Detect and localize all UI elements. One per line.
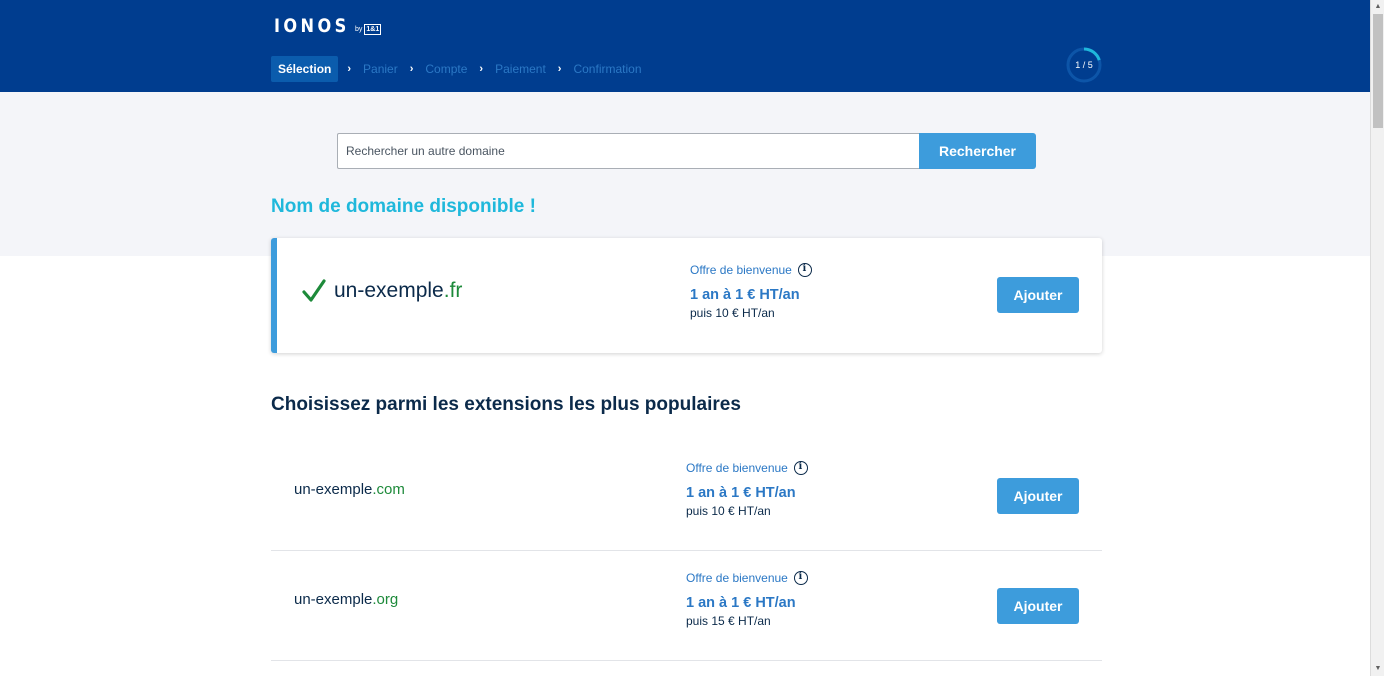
domain-tld: .fr: [443, 279, 463, 302]
price-after: puis 10 € HT/an: [690, 306, 775, 320]
offer-label-row: Offre de bienvenue: [686, 571, 808, 585]
offer-label: Offre de bienvenue: [690, 263, 792, 277]
add-button[interactable]: Ajouter: [997, 588, 1079, 624]
search-button[interactable]: Rechercher: [919, 133, 1036, 169]
domain-name: un-exemple: [294, 481, 373, 498]
checkout-steps: Sélection › Panier › Compte › Paiement ›…: [271, 56, 649, 82]
price-main: 1 an à 1 € HT/an: [686, 595, 796, 611]
check-icon: [302, 279, 326, 302]
info-icon[interactable]: [797, 263, 812, 277]
logo-text: IONOS: [274, 15, 350, 37]
chevron-right-icon: ›: [409, 63, 414, 75]
logo-by: by: [354, 25, 363, 33]
offer-info: Offre de bienvenue 1 an à 1 € HT/an puis…: [690, 263, 812, 320]
step-panier: Panier: [363, 62, 398, 76]
scroll-up-arrow-icon[interactable]: ▲: [1371, 0, 1384, 14]
scroll-down-arrow-icon[interactable]: ▼: [1371, 662, 1384, 676]
domain-tld: .org: [372, 591, 399, 608]
chevron-right-icon: ›: [347, 63, 352, 75]
domain-search: Rechercher: [337, 133, 1036, 169]
logo-brand: 1&1: [364, 23, 382, 35]
step-paiement: Paiement: [495, 62, 546, 76]
domain-name: un-exemple: [294, 591, 373, 608]
available-title: Nom de domaine disponible !: [271, 196, 536, 217]
offer-label: Offre de bienvenue: [686, 571, 788, 585]
domain-tld: .com: [372, 481, 405, 498]
offer-label-row: Offre de bienvenue: [690, 263, 812, 277]
domain-row-org: un-exemple.org Offre de bienvenue 1 an à…: [271, 551, 1102, 661]
price-after: puis 15 € HT/an: [686, 614, 771, 628]
page-scrollbar[interactable]: ▲ ▼: [1370, 0, 1384, 676]
domain-row-name: un-exemple.com: [294, 481, 405, 498]
ionos-logo[interactable]: IONOS by 1&1: [274, 15, 382, 37]
header: IONOS by 1&1 Sélection › Panier › Compte…: [0, 0, 1370, 92]
info-icon[interactable]: [793, 571, 808, 585]
chevron-right-icon: ›: [557, 63, 562, 75]
price-main: 1 an à 1 € HT/an: [690, 287, 800, 303]
offer-label-row: Offre de bienvenue: [686, 461, 808, 475]
offer-label: Offre de bienvenue: [686, 461, 788, 475]
domain-row-name: un-exemple.org: [294, 591, 398, 608]
popular-extensions-title: Choisissez parmi les extensions les plus…: [271, 394, 741, 415]
offer-info: Offre de bienvenue 1 an à 1 € HT/an puis…: [686, 571, 808, 628]
price-after: puis 10 € HT/an: [686, 504, 771, 518]
chevron-right-icon: ›: [479, 63, 484, 75]
scrollbar-thumb[interactable]: [1373, 14, 1383, 128]
search-band: [0, 92, 1370, 256]
offer-info: Offre de bienvenue 1 an à 1 € HT/an puis…: [686, 461, 808, 518]
price-main: 1 an à 1 € HT/an: [686, 485, 796, 501]
add-button[interactable]: Ajouter: [997, 478, 1079, 514]
featured-domain-name: un-exemple.fr: [334, 279, 462, 303]
domain-row-com: un-exemple.com Offre de bienvenue 1 an à…: [271, 441, 1102, 551]
step-selection[interactable]: Sélection: [271, 56, 339, 82]
step-confirmation: Confirmation: [573, 62, 642, 76]
featured-domain-card: un-exemple.fr Offre de bienvenue 1 an à …: [271, 238, 1102, 353]
step-compte: Compte: [425, 62, 468, 76]
info-icon[interactable]: [793, 461, 808, 475]
progress-label: 1 / 5: [1075, 60, 1093, 70]
domain-search-input[interactable]: [337, 133, 919, 169]
domain-name: un-exemple: [334, 279, 444, 302]
step-progress-ring: 1 / 5: [1066, 47, 1102, 83]
add-button[interactable]: Ajouter: [997, 277, 1079, 313]
